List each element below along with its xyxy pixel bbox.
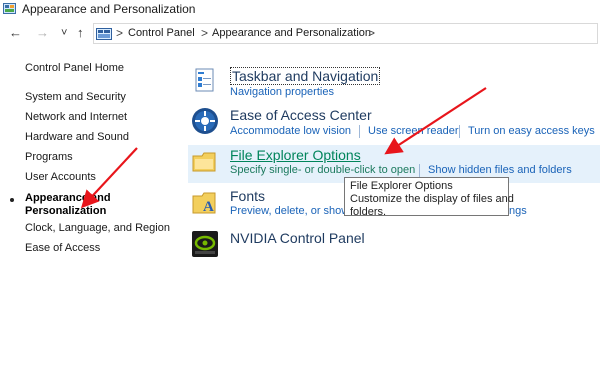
window-title: Appearance and Personalization bbox=[22, 2, 196, 16]
preview-delete-fonts-link[interactable]: Preview, delete, or show bbox=[230, 205, 349, 217]
title-bar: Appearance and Personalization bbox=[0, 0, 600, 18]
show-hidden-files-link[interactable]: Show hidden files and folders bbox=[428, 164, 572, 176]
link-divider bbox=[359, 125, 360, 138]
easy-access-keys-link[interactable]: Turn on easy access keys bbox=[468, 125, 595, 137]
control-panel-icon bbox=[96, 28, 112, 40]
navigation-properties-link[interactable]: Navigation properties bbox=[230, 86, 334, 98]
accommodate-low-vision-link[interactable]: Accommodate low vision bbox=[230, 125, 351, 137]
sidebar-item-clock-language[interactable]: Clock, Language, and Region bbox=[25, 222, 170, 234]
fonts-heading[interactable]: Fonts bbox=[230, 188, 265, 204]
svg-text:A: A bbox=[203, 199, 214, 215]
sidebar-item-programs[interactable]: Programs bbox=[25, 151, 73, 163]
recent-locations-icon[interactable]: ˅ bbox=[61, 26, 67, 40]
sidebar-item-hardware-sound[interactable]: Hardware and Sound bbox=[25, 131, 129, 143]
sidebar-item-appearance-line1[interactable]: Appearance and bbox=[25, 192, 111, 204]
control-panel-icon bbox=[3, 3, 16, 14]
selected-indicator bbox=[10, 198, 14, 202]
breadcrumb-appearance[interactable]: Appearance and Personalization bbox=[212, 27, 371, 39]
up-arrow-icon[interactable]: ↑ bbox=[77, 26, 84, 40]
fonts-icon: A bbox=[192, 192, 216, 215]
ease-of-access-heading[interactable]: Ease of Access Center bbox=[230, 107, 372, 123]
font-settings-link-partial[interactable]: ngs bbox=[509, 205, 527, 217]
breadcrumb-separator[interactable]: > bbox=[368, 26, 375, 40]
nvidia-control-panel-heading[interactable]: NVIDIA Control Panel bbox=[230, 230, 365, 246]
sidebar-item-user-accounts[interactable]: User Accounts bbox=[25, 171, 96, 183]
folder-options-icon bbox=[192, 152, 216, 172]
breadcrumb-separator[interactable]: > bbox=[116, 26, 123, 40]
nvidia-icon bbox=[192, 231, 218, 257]
tooltip-line2: folders. bbox=[350, 206, 387, 218]
taskbar-icon bbox=[195, 68, 214, 92]
file-explorer-options-heading[interactable]: File Explorer Options bbox=[230, 147, 361, 163]
sidebar-item-appearance-line2[interactable]: Personalization bbox=[25, 205, 106, 217]
sidebar-item-network[interactable]: Network and Internet bbox=[25, 111, 127, 123]
address-bar[interactable]: > Control Panel > Appearance and Persona… bbox=[93, 23, 598, 44]
annotation-arrow-file-explorer bbox=[384, 87, 487, 155]
sidebar-item-ease-of-access[interactable]: Ease of Access bbox=[25, 242, 100, 254]
tooltip-title: File Explorer Options bbox=[350, 180, 453, 192]
sidebar-item-system-security[interactable]: System and Security bbox=[25, 91, 126, 103]
link-divider bbox=[459, 125, 460, 138]
taskbar-navigation-heading[interactable]: Taskbar and Navigation bbox=[230, 67, 381, 85]
tooltip: File Explorer Options Customize the disp… bbox=[344, 177, 514, 218]
ease-of-access-icon bbox=[192, 108, 218, 134]
tooltip-line1: Customize the display of files and bbox=[350, 193, 514, 205]
link-divider bbox=[419, 164, 420, 177]
use-screen-reader-link[interactable]: Use screen reader bbox=[368, 125, 459, 137]
sidebar-item-control-panel-home[interactable]: Control Panel Home bbox=[25, 62, 124, 74]
breadcrumb-separator[interactable]: > bbox=[201, 26, 208, 40]
single-double-click-link[interactable]: Specify single- or double-click to open bbox=[230, 164, 415, 176]
back-arrow-icon[interactable]: ← bbox=[9, 26, 22, 40]
forward-arrow-icon[interactable]: → bbox=[36, 26, 49, 40]
breadcrumb-control-panel[interactable]: Control Panel bbox=[128, 27, 195, 39]
